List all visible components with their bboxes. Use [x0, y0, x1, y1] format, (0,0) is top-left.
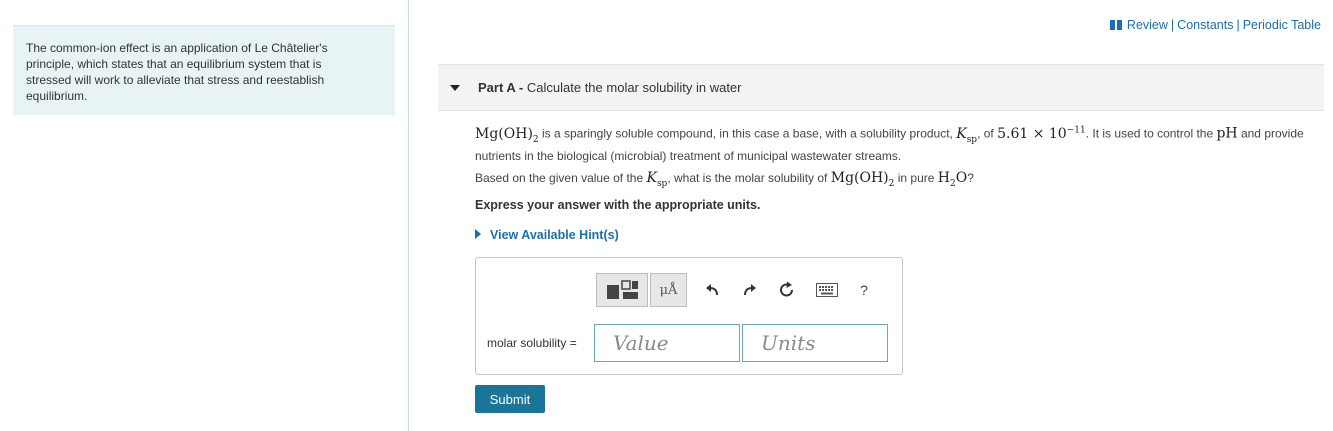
help-icon: ?: [860, 282, 868, 298]
constants-link[interactable]: Constants: [1177, 18, 1233, 32]
part-title: Part A - Calculate the molar solubility …: [478, 80, 742, 95]
ph-symbol: pH: [1216, 125, 1238, 142]
reset-button[interactable]: [772, 273, 802, 307]
view-hints-toggle[interactable]: View Available Hint(s): [475, 228, 619, 242]
redo-button[interactable]: [734, 273, 764, 307]
question-text: Based on the given value of the Ksp, wha…: [475, 170, 974, 189]
part-label: Part A -: [478, 80, 524, 95]
keyboard-button[interactable]: [810, 273, 844, 307]
molar-solubility-label: molar solubility =: [487, 336, 577, 350]
templates-button[interactable]: [596, 273, 648, 307]
compound-formula: Mg(OH)2: [475, 125, 539, 145]
reset-icon: [780, 281, 793, 297]
units-button[interactable]: μÅ: [650, 273, 687, 307]
sidebar-panel: The common-ion effect is an application …: [0, 0, 409, 431]
help-button[interactable]: ?: [850, 273, 878, 307]
intro-text: The common-ion effect is an application …: [26, 41, 328, 103]
ksp-symbol: Ksp: [956, 125, 978, 145]
intro-box: The common-ion effect is an application …: [13, 25, 395, 115]
undo-button[interactable]: [698, 273, 728, 307]
link-separator: |: [1170, 18, 1175, 32]
resource-links: Review | Constants | Periodic Table: [1109, 18, 1321, 33]
water-formula: H2O: [937, 170, 968, 189]
link-separator: |: [1236, 18, 1240, 32]
units-input[interactable]: [742, 324, 888, 362]
keyboard-icon: [816, 283, 838, 297]
periodic-table-link[interactable]: Periodic Table: [1243, 18, 1321, 32]
submit-button[interactable]: Submit: [475, 385, 545, 413]
answer-instruction: Express your answer with the appropriate…: [475, 198, 761, 212]
book-icon: [1109, 19, 1122, 33]
review-link[interactable]: Review: [1127, 18, 1168, 32]
answer-box: μÅ ? molar solubility =: [475, 257, 903, 375]
part-title-text: Calculate the molar solubility in water: [526, 80, 742, 95]
problem-statement: Mg(OH)2 is a sparingly soluble compound,…: [475, 125, 1304, 164]
caret-right-icon: [475, 229, 481, 239]
ksp-value: 5.61 × 10−11: [997, 125, 1086, 142]
redo-icon: [744, 284, 756, 296]
templates-icon: [607, 280, 638, 299]
value-input[interactable]: [594, 324, 740, 362]
compound-formula: Mg(OH)2: [830, 170, 895, 189]
hints-label: View Available Hint(s): [490, 228, 619, 242]
caret-down-icon[interactable]: [450, 85, 460, 91]
undo-icon: [706, 284, 718, 296]
ksp-symbol: Ksp: [646, 170, 668, 189]
units-icon: μÅ: [659, 282, 678, 298]
part-a-header[interactable]: Part A - Calculate the molar solubility …: [438, 64, 1324, 111]
